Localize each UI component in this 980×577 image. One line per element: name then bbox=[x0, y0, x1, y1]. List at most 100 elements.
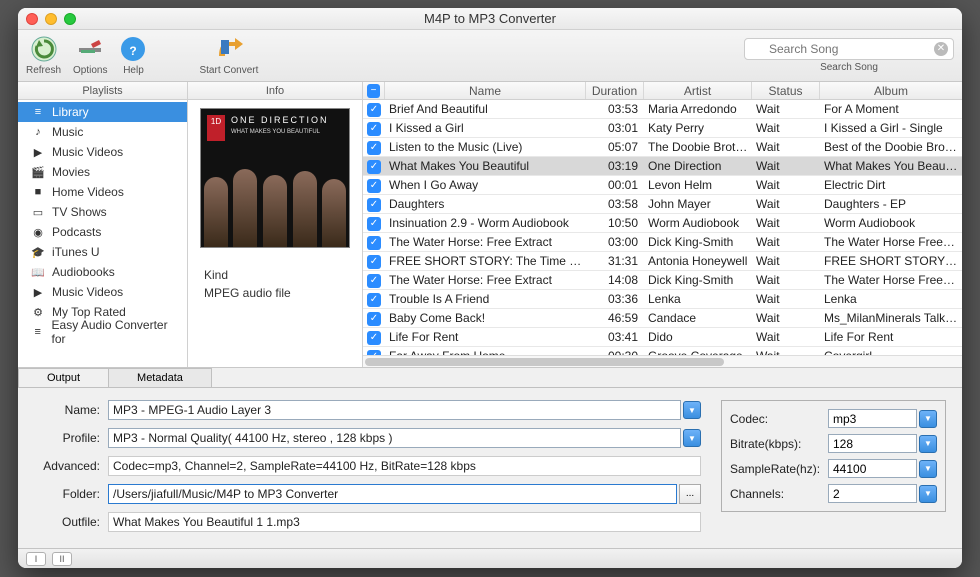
profile-select[interactable]: MP3 - Normal Quality( 44100 Hz, stereo ,… bbox=[108, 428, 681, 448]
table-row[interactable]: ✓Brief And Beautiful03:53Maria Arredondo… bbox=[363, 100, 962, 119]
sidebar-item-easy-audio-converter-for[interactable]: ≡Easy Audio Converter for bbox=[18, 322, 187, 342]
row-checkbox[interactable]: ✓ bbox=[367, 312, 381, 326]
outfile-value: What Makes You Beautiful 1 1.mp3 bbox=[108, 512, 701, 532]
video-icon: ▶ bbox=[30, 145, 46, 159]
sidebar-item-audiobooks[interactable]: 📖Audiobooks bbox=[18, 262, 187, 282]
row-checkbox[interactable]: ✓ bbox=[367, 179, 381, 193]
cell-artist: Worm Audiobook bbox=[644, 216, 752, 230]
sidebar-item-music-videos[interactable]: ▶Music Videos bbox=[18, 142, 187, 162]
row-checkbox[interactable]: ✓ bbox=[367, 293, 381, 307]
cell-status: Wait bbox=[752, 121, 820, 135]
col-name[interactable]: Name bbox=[385, 82, 586, 99]
sidebar-item-library[interactable]: ≡Library bbox=[18, 102, 187, 122]
table-row[interactable]: ✓The Water Horse: Free Extract14:08Dick … bbox=[363, 271, 962, 290]
cell-album: Life For Rent bbox=[820, 330, 962, 344]
row-checkbox[interactable]: ✓ bbox=[367, 103, 381, 117]
cell-name: I Kissed a Girl bbox=[385, 121, 586, 135]
sidebar-item-music-videos[interactable]: ▶Music Videos bbox=[18, 282, 187, 302]
table-row[interactable]: ✓When I Go Away00:01Levon HelmWaitElectr… bbox=[363, 176, 962, 195]
channels-dropdown-button[interactable]: ▼ bbox=[919, 485, 937, 503]
table-row[interactable]: ✓Life For Rent03:41DidoWaitLife For Rent bbox=[363, 328, 962, 347]
tab-output[interactable]: Output bbox=[18, 368, 109, 387]
cell-artist: Antonia Honeywell bbox=[644, 254, 752, 268]
search-input[interactable] bbox=[744, 38, 954, 60]
zoom-button[interactable] bbox=[64, 13, 76, 25]
footer-btn-1[interactable]: I bbox=[26, 552, 46, 566]
row-checkbox[interactable]: ✓ bbox=[367, 141, 381, 155]
name-dropdown-button[interactable]: ▼ bbox=[683, 401, 701, 419]
row-checkbox[interactable]: ✓ bbox=[367, 236, 381, 250]
refresh-button[interactable]: Refresh bbox=[26, 35, 61, 76]
sidebar-item-home-videos[interactable]: ■Home Videos bbox=[18, 182, 187, 202]
footer-btn-2[interactable]: II bbox=[52, 552, 72, 566]
samplerate-select[interactable]: 44100 bbox=[828, 459, 917, 478]
window-title: M4P to MP3 Converter bbox=[18, 11, 962, 26]
row-checkbox[interactable]: ✓ bbox=[367, 217, 381, 231]
horizontal-scrollbar[interactable] bbox=[363, 355, 962, 367]
table-row[interactable]: ✓Baby Come Back!46:59CandaceWaitMs_Milan… bbox=[363, 309, 962, 328]
samplerate-dropdown-button[interactable]: ▼ bbox=[919, 460, 937, 478]
sidebar-item-podcasts[interactable]: ◉Podcasts bbox=[18, 222, 187, 242]
row-checkbox[interactable]: ✓ bbox=[367, 198, 381, 212]
sidebar-item-label: Music Videos bbox=[52, 285, 123, 299]
bitrate-dropdown-button[interactable]: ▼ bbox=[919, 435, 937, 453]
help-button[interactable]: ? Help bbox=[119, 35, 147, 76]
sidebar-item-music[interactable]: ♪Music bbox=[18, 122, 187, 142]
cell-album: Best of the Doobie Brothe bbox=[820, 140, 962, 154]
col-status[interactable]: Status bbox=[752, 82, 820, 99]
cell-duration: 46:59 bbox=[586, 311, 644, 325]
options-button[interactable]: Options bbox=[73, 35, 107, 76]
row-checkbox[interactable]: ✓ bbox=[367, 331, 381, 345]
sidebar-item-itunes-u[interactable]: 🎓 iTunes U bbox=[18, 242, 187, 262]
outfile-label: Outfile: bbox=[34, 515, 100, 529]
cell-album: Worm Audiobook bbox=[820, 216, 962, 230]
cell-album: Daughters - EP bbox=[820, 197, 962, 211]
folder-input[interactable]: /Users/jiafull/Music/M4P to MP3 Converte… bbox=[108, 484, 677, 504]
table-row[interactable]: ✓Trouble Is A Friend03:36LenkaWaitLenka bbox=[363, 290, 962, 309]
name-select[interactable]: MP3 - MPEG-1 Audio Layer 3 bbox=[108, 400, 681, 420]
info-header: Info bbox=[188, 82, 362, 100]
codec-select[interactable]: mp3 bbox=[828, 409, 917, 428]
sidebar-item-label: iTunes U bbox=[52, 245, 100, 259]
table-row[interactable]: ✓Insinuation 2.9 - Worm Audiobook10:50Wo… bbox=[363, 214, 962, 233]
row-checkbox[interactable]: ✓ bbox=[367, 122, 381, 136]
sidebar-item-movies[interactable]: 🎬Movies bbox=[18, 162, 187, 182]
table-row[interactable]: ✓The Water Horse: Free Extract03:00Dick … bbox=[363, 233, 962, 252]
header-checkbox[interactable]: − bbox=[363, 82, 385, 99]
sidebar-item-tv-shows[interactable]: ▭TV Shows bbox=[18, 202, 187, 222]
table-row[interactable]: ✓FREE SHORT STORY: The Time Bein...31:31… bbox=[363, 252, 962, 271]
table-row[interactable]: ✓Listen to the Music (Live)05:07The Doob… bbox=[363, 138, 962, 157]
row-checkbox[interactable]: ✓ bbox=[367, 274, 381, 288]
cell-duration: 31:31 bbox=[586, 254, 644, 268]
col-album[interactable]: Album bbox=[820, 82, 962, 99]
row-checkbox[interactable]: ✓ bbox=[367, 160, 381, 174]
cell-name: Insinuation 2.9 - Worm Audiobook bbox=[385, 216, 586, 230]
channels-select[interactable]: 2 bbox=[828, 484, 917, 503]
sidebar-item-label: Movies bbox=[52, 165, 90, 179]
table-row[interactable]: ✓I Kissed a Girl03:01Katy PerryWaitI Kis… bbox=[363, 119, 962, 138]
col-artist[interactable]: Artist bbox=[644, 82, 752, 99]
home-video-icon: ■ bbox=[30, 185, 46, 199]
start-convert-button[interactable]: Start Convert bbox=[199, 35, 258, 76]
codec-dropdown-button[interactable]: ▼ bbox=[919, 410, 937, 428]
cell-album: The Water Horse Free Ext bbox=[820, 273, 962, 287]
itunesu-icon: 🎓 bbox=[30, 245, 46, 259]
row-checkbox[interactable]: ✓ bbox=[367, 255, 381, 269]
footer: I II bbox=[18, 548, 962, 568]
profile-dropdown-button[interactable]: ▼ bbox=[683, 429, 701, 447]
folder-browse-button[interactable]: ... bbox=[679, 484, 701, 504]
col-duration[interactable]: Duration bbox=[586, 82, 644, 99]
tab-metadata[interactable]: Metadata bbox=[108, 368, 212, 387]
minimize-button[interactable] bbox=[45, 13, 57, 25]
table-body[interactable]: ✓Brief And Beautiful03:53Maria Arredondo… bbox=[363, 100, 962, 355]
bitrate-select[interactable]: 128 bbox=[828, 434, 917, 453]
table-row[interactable]: ✓Far Away From Home00:30Groove CoverageW… bbox=[363, 347, 962, 355]
close-button[interactable] bbox=[26, 13, 38, 25]
svg-text:?: ? bbox=[130, 44, 137, 58]
cell-duration: 05:07 bbox=[586, 140, 644, 154]
app-window: M4P to MP3 Converter Refresh Options ? H… bbox=[18, 8, 962, 568]
table-row[interactable]: ✓What Makes You Beautiful03:19One Direct… bbox=[363, 157, 962, 176]
table-row[interactable]: ✓Daughters03:58John MayerWaitDaughters -… bbox=[363, 195, 962, 214]
cell-artist: Dick King-Smith bbox=[644, 273, 752, 287]
info-pane: Info 1D ONE DIRECTION WHAT MAKES YOU BEA… bbox=[188, 82, 363, 367]
